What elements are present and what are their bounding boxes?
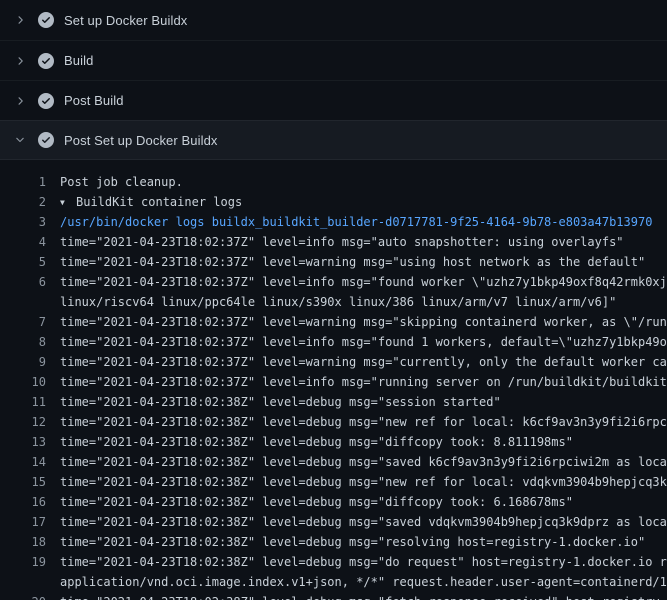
step-header[interactable]: Build: [0, 40, 667, 80]
job-step: Build: [0, 40, 667, 80]
log-group-title[interactable]: BuildKit container logs: [76, 195, 242, 209]
log-line[interactable]: 16 time="2021-04-23T18:02:38Z" level=deb…: [0, 492, 667, 512]
chevron-right-icon[interactable]: [12, 12, 28, 28]
check-circle-icon: [38, 132, 54, 148]
log-line-number[interactable]: 18: [0, 532, 46, 552]
log-line[interactable]: 13 time="2021-04-23T18:02:38Z" level=deb…: [0, 432, 667, 452]
log-line[interactable]: 19 time="2021-04-23T18:02:38Z" level=deb…: [0, 552, 667, 572]
log-line-number[interactable]: [0, 572, 46, 592]
log-line-number[interactable]: 19: [0, 552, 46, 572]
log-line-number[interactable]: 12: [0, 412, 46, 432]
job-steps-list: Set up Docker Buildx Build Post Build Po…: [0, 0, 667, 600]
log-line-text: time="2021-04-23T18:02:37Z" level=info m…: [60, 332, 667, 352]
log-line-text: linux/riscv64 linux/ppc64le linux/s390x …: [60, 292, 667, 312]
log-line-text: application/vnd.oci.image.index.v1+json,…: [60, 572, 667, 592]
log-line-text: time="2021-04-23T18:02:38Z" level=debug …: [60, 452, 667, 472]
log-line-text: ▼BuildKit container logs: [60, 192, 667, 212]
check-circle-icon: [38, 93, 54, 109]
log-line-number[interactable]: [0, 292, 46, 312]
log-line[interactable]: 14 time="2021-04-23T18:02:38Z" level=deb…: [0, 452, 667, 472]
log-line[interactable]: 2 ▼BuildKit container logs: [0, 192, 667, 212]
check-circle-icon: [38, 53, 54, 69]
step-title: Post Build: [64, 93, 124, 108]
log-line-text: time="2021-04-23T18:02:38Z" level=debug …: [60, 592, 667, 600]
log-line-text: time="2021-04-23T18:02:37Z" level=info m…: [60, 232, 667, 252]
log-line[interactable]: 3 /usr/bin/docker logs buildx_buildkit_b…: [0, 212, 667, 232]
step-header[interactable]: Post Set up Docker Buildx: [0, 120, 667, 160]
log-line-text: time="2021-04-23T18:02:38Z" level=debug …: [60, 472, 667, 492]
log-line[interactable]: 18 time="2021-04-23T18:02:38Z" level=deb…: [0, 532, 667, 552]
job-step: Post Set up Docker Buildx 1 Post job cle…: [0, 120, 667, 600]
chevron-right-icon[interactable]: [12, 93, 28, 109]
log-line-number[interactable]: 4: [0, 232, 46, 252]
log-line[interactable]: 1 Post job cleanup.: [0, 172, 667, 192]
log-line[interactable]: 15 time="2021-04-23T18:02:38Z" level=deb…: [0, 472, 667, 492]
workflow-log-viewer: Set up Docker Buildx Build Post Build Po…: [0, 0, 667, 600]
log-line-text: /usr/bin/docker logs buildx_buildkit_bui…: [60, 212, 667, 232]
step-header[interactable]: Post Build: [0, 80, 667, 120]
log-line[interactable]: 5 time="2021-04-23T18:02:37Z" level=warn…: [0, 252, 667, 272]
log-line-text: time="2021-04-23T18:02:38Z" level=debug …: [60, 412, 667, 432]
log-line-number[interactable]: 13: [0, 432, 46, 452]
step-header[interactable]: Set up Docker Buildx: [0, 0, 667, 40]
log-line-text: time="2021-04-23T18:02:38Z" level=debug …: [60, 512, 667, 532]
log-line-number[interactable]: 8: [0, 332, 46, 352]
job-step: Post Build: [0, 80, 667, 120]
chevron-right-icon[interactable]: [12, 53, 28, 69]
log-line-number[interactable]: 5: [0, 252, 46, 272]
log-line[interactable]: 10 time="2021-04-23T18:02:37Z" level=inf…: [0, 372, 667, 392]
log-line-text: time="2021-04-23T18:02:38Z" level=debug …: [60, 532, 667, 552]
log-line[interactable]: 11 time="2021-04-23T18:02:38Z" level=deb…: [0, 392, 667, 412]
log-line-number[interactable]: 14: [0, 452, 46, 472]
log-line-text: time="2021-04-23T18:02:37Z" level=info m…: [60, 372, 667, 392]
log-group-toggle-icon[interactable]: ▼: [60, 193, 76, 212]
log-line-text: time="2021-04-23T18:02:37Z" level=warnin…: [60, 252, 667, 272]
log-line-number[interactable]: 11: [0, 392, 46, 412]
log-line-number[interactable]: 7: [0, 312, 46, 332]
chevron-down-icon[interactable]: [12, 132, 28, 148]
log-line-text: time="2021-04-23T18:02:38Z" level=debug …: [60, 432, 667, 452]
log-line-number[interactable]: 9: [0, 352, 46, 372]
log-line-text: time="2021-04-23T18:02:38Z" level=debug …: [60, 492, 667, 512]
log-line[interactable]: 8 time="2021-04-23T18:02:37Z" level=info…: [0, 332, 667, 352]
step-title: Post Set up Docker Buildx: [64, 133, 218, 148]
log-line-number[interactable]: 1: [0, 172, 46, 192]
log-line-number[interactable]: 10: [0, 372, 46, 392]
log-line[interactable]: 9 time="2021-04-23T18:02:37Z" level=warn…: [0, 352, 667, 372]
step-log-area: 1 Post job cleanup. 2 ▼BuildKit containe…: [0, 160, 667, 600]
log-line[interactable]: 20 time="2021-04-23T18:02:38Z" level=deb…: [0, 592, 667, 600]
log-line[interactable]: 17 time="2021-04-23T18:02:38Z" level=deb…: [0, 512, 667, 532]
log-line-text: time="2021-04-23T18:02:37Z" level=warnin…: [60, 352, 667, 372]
log-line-number[interactable]: 3: [0, 212, 46, 232]
log-line-text: time="2021-04-23T18:02:38Z" level=debug …: [60, 392, 667, 412]
log-line-number[interactable]: 15: [0, 472, 46, 492]
log-line-number[interactable]: 17: [0, 512, 46, 532]
step-title: Build: [64, 53, 93, 68]
log-line-number[interactable]: 2: [0, 192, 46, 212]
log-line[interactable]: 12 time="2021-04-23T18:02:38Z" level=deb…: [0, 412, 667, 432]
log-line[interactable]: 7 time="2021-04-23T18:02:37Z" level=warn…: [0, 312, 667, 332]
log-line[interactable]: application/vnd.oci.image.index.v1+json,…: [0, 572, 667, 592]
log-line-number[interactable]: 6: [0, 272, 46, 292]
step-title: Set up Docker Buildx: [64, 13, 187, 28]
log-line-number[interactable]: 16: [0, 492, 46, 512]
log-line-text: time="2021-04-23T18:02:38Z" level=debug …: [60, 552, 667, 572]
log-line-number[interactable]: 20: [0, 592, 46, 600]
log-line[interactable]: linux/riscv64 linux/ppc64le linux/s390x …: [0, 292, 667, 312]
job-step: Set up Docker Buildx: [0, 0, 667, 40]
log-line[interactable]: 4 time="2021-04-23T18:02:37Z" level=info…: [0, 232, 667, 252]
log-line[interactable]: 6 time="2021-04-23T18:02:37Z" level=info…: [0, 272, 667, 292]
log-line-text: time="2021-04-23T18:02:37Z" level=info m…: [60, 272, 667, 292]
check-circle-icon: [38, 12, 54, 28]
log-line-text: time="2021-04-23T18:02:37Z" level=warnin…: [60, 312, 667, 332]
log-line-text: Post job cleanup.: [60, 172, 667, 192]
